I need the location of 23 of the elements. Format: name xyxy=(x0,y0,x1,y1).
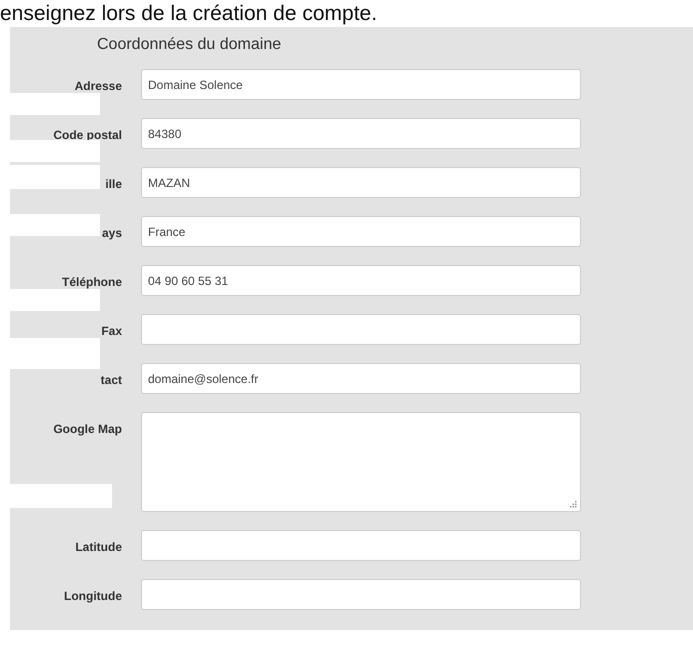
field-label: Téléphone xyxy=(62,275,122,289)
text-field[interactable] xyxy=(141,579,581,610)
field-label: Latitude xyxy=(75,540,122,554)
text-field[interactable]: domaine@solence.fr xyxy=(141,363,581,394)
text-field[interactable]: Domaine Solence xyxy=(141,69,581,100)
field-label: Code postal xyxy=(53,128,122,142)
field-label: Longitude xyxy=(64,589,122,603)
field-label: ille xyxy=(105,177,122,191)
text-field[interactable]: 84380 xyxy=(141,118,581,149)
text-field[interactable]: France xyxy=(141,216,581,247)
field-label: Google Map xyxy=(53,422,122,436)
text-field[interactable] xyxy=(141,530,581,561)
resize-grip-icon[interactable] xyxy=(570,501,577,508)
field-label: tact xyxy=(100,373,122,387)
field-label: Adresse xyxy=(74,79,122,93)
text-field[interactable] xyxy=(141,314,581,345)
field-label: ays xyxy=(102,226,122,240)
text-field[interactable]: 04 90 60 55 31 xyxy=(141,265,581,296)
field-label: Fax xyxy=(101,324,122,338)
intro-text: enseignez lors de la création de compte. xyxy=(0,1,378,27)
textarea-field[interactable] xyxy=(141,412,581,512)
text-field[interactable]: MAZAN xyxy=(141,167,581,198)
section-title: Coordonnées du domaine xyxy=(97,35,282,55)
